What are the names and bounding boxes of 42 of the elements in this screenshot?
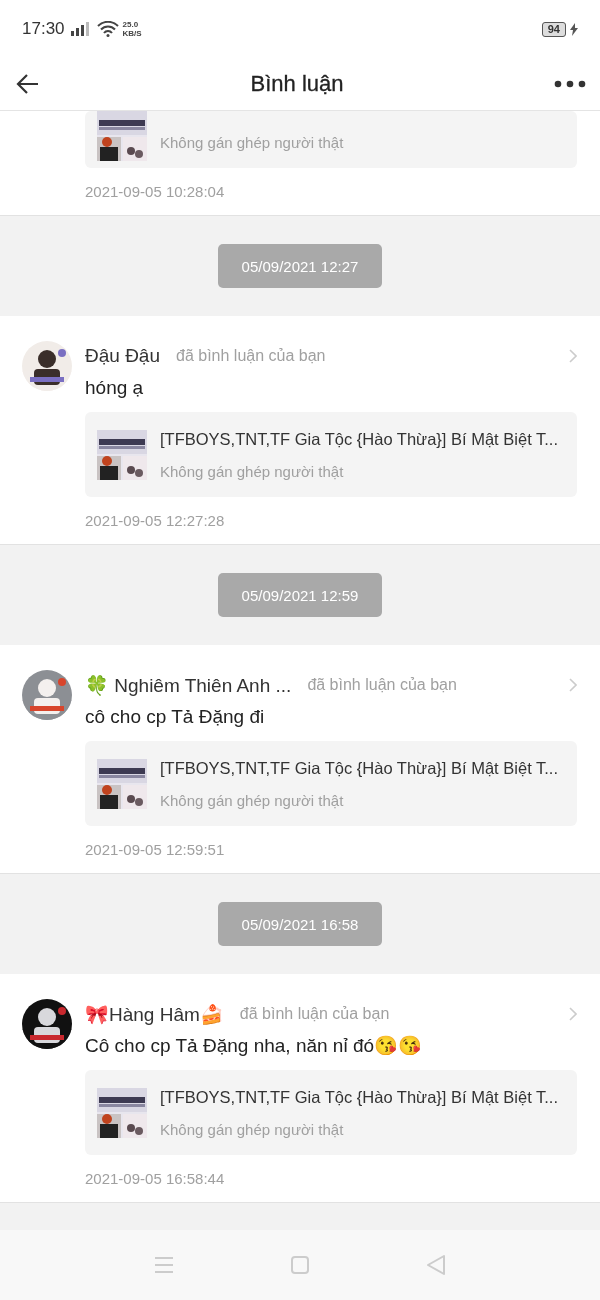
battery-level: 94 <box>541 21 566 37</box>
timestamp: 2021-09-05 12:27:28 <box>85 511 226 531</box>
chevron-right-icon[interactable] <box>569 1007 577 1021</box>
network-speed: 25.0 <box>122 20 140 29</box>
user-name[interactable]: 🍀 Nghiêm Thiên Anh ... <box>85 673 292 697</box>
user-name[interactable]: 🎀Hàng Hâm🍰 <box>85 1002 224 1026</box>
page-title: Bình luận <box>250 71 344 97</box>
comment-text: hóng ạ <box>85 376 145 400</box>
post-preview[interactable]: [TFBOYS,TNT,TF Gia Tộc {Hào Thừa}] Bí Mật Biệt T... Không gán ghép người thật <box>85 741 577 826</box>
post-title: [TFBOYS,TNT,TF Gia Tộc {Hào Thừa}] Bí Mật Biệt T... <box>160 1087 558 1107</box>
signal-icon <box>70 22 91 36</box>
post-preview[interactable]: [TFBOYS,TNT,TF Gia Tộc {Hào Thừa}] Bí Mật Biệt T... Không gán ghép người thật <box>85 412 577 497</box>
action-text: đã bình luận của bạn <box>307 676 458 694</box>
clock-time: 17:30 <box>22 19 65 39</box>
comment-text: Cô cho cp Tả Đặng nha, năn nỉ đó😘😘 <box>85 1034 424 1058</box>
back-arrow-icon[interactable] <box>16 73 40 95</box>
post-subtitle: Không gán ghép người thật <box>160 134 344 151</box>
menu-icon[interactable] <box>155 1257 173 1273</box>
post-subtitle: Không gán ghép người thật <box>160 791 345 809</box>
comment-text: cô cho cp Tả Đặng đi <box>85 705 266 729</box>
date-label: 05/09/2021 16:58 <box>218 902 382 946</box>
wifi-icon <box>96 21 119 37</box>
post-subtitle: Không gán ghép người thật <box>160 1120 345 1138</box>
post-subtitle: Không gán ghép người thật <box>160 462 345 480</box>
chevron-right-icon[interactable] <box>569 678 577 692</box>
speed-unit: KB/S <box>122 29 142 38</box>
action-text: đã bình luận của bạn <box>239 1005 391 1023</box>
charging-icon <box>570 22 578 36</box>
post-title: [TFBOYS,TNT,TF Gia Tộc {Hào Thừa}] Bí Mật Biệt T... <box>160 758 558 778</box>
more-options-icon[interactable] <box>554 80 586 88</box>
post-preview[interactable]: [TFBOYS,TNT,TF Gia Tộc {Hào Thừa}] Bí Mật Biệt T... Không gán ghép người thật <box>85 1070 577 1155</box>
date-label: 05/09/2021 12:27 <box>218 244 382 288</box>
home-square-icon[interactable] <box>291 1256 309 1274</box>
timestamp: 2021-09-05 12:59:51 <box>85 840 226 860</box>
action-text: đã bình luận của bạn <box>176 347 327 365</box>
timestamp: 2021-09-05 16:58:44 <box>85 1169 226 1189</box>
back-triangle-icon[interactable] <box>427 1255 445 1275</box>
chevron-right-icon[interactable] <box>569 349 577 363</box>
timestamp: 2021-09-05 10:28:04 <box>85 182 226 202</box>
user-name[interactable]: Đậu Đậu <box>85 345 160 367</box>
post-title: [TFBOYS,TNT,TF Gia Tộc {Hào Thừa}] Bí Mật Biệt T... <box>160 429 558 449</box>
date-label: 05/09/2021 12:59 <box>218 573 382 617</box>
